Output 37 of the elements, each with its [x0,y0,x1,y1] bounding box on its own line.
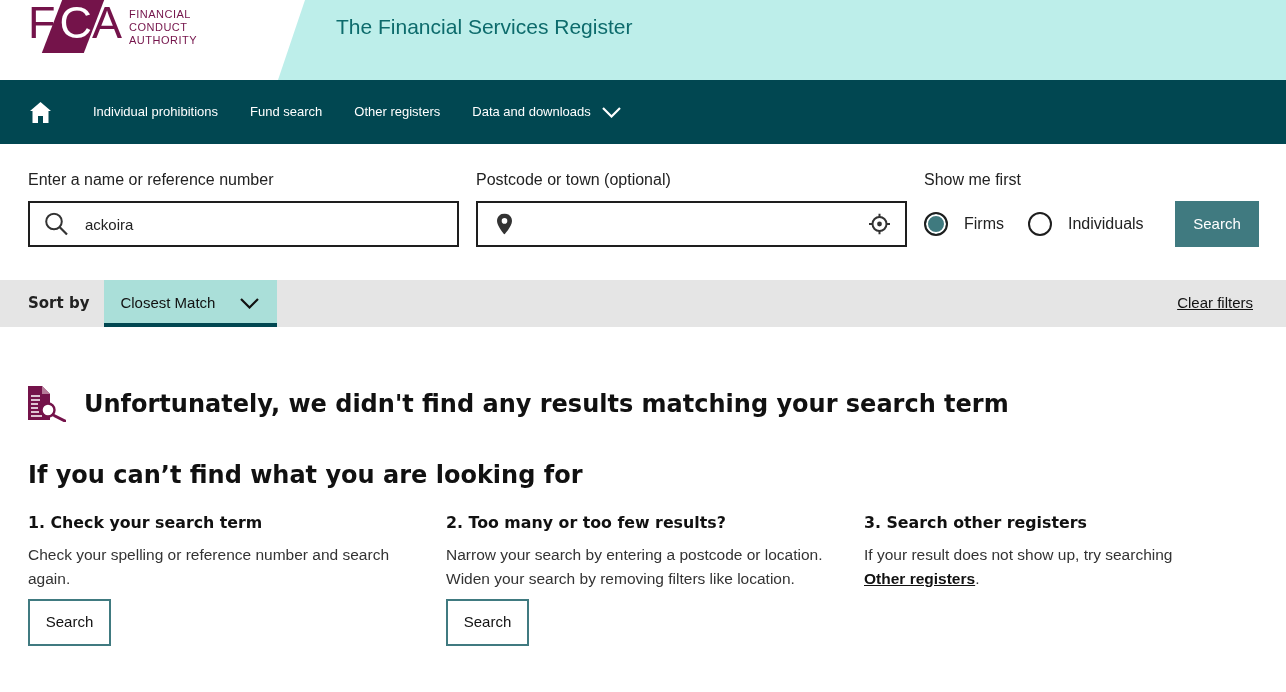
radio-button[interactable] [924,212,948,236]
search-button[interactable]: Search [28,598,111,646]
logo-wordmark: FINANCIAL CONDUCT AUTHORITY [129,8,198,47]
radio-button[interactable] [1028,212,1052,236]
step-heading: 2. Too many or too few results? [446,514,727,533]
sort-dropdown[interactable]: Closest Match [104,280,278,327]
nav-link[interactable]: Other registers [354,102,441,122]
chevron-down-icon [240,297,260,309]
fca-logo[interactable]: FCA [28,0,121,53]
step-heading: 3. Search other registers [864,514,1088,533]
document-search-icon [28,386,66,422]
step-text: If your result does not show up, try searching Other registers. [864,544,1174,589]
clear-filters-link[interactable]: Clear filters [1177,292,1253,315]
help-heading: If you can’t find what you are looking for [28,461,583,490]
sort-label: Sort by [28,293,90,315]
map-pin-icon [497,213,512,235]
site-title: The Financial Services Register [336,14,633,40]
radio-label[interactable]: Individuals [1068,212,1144,236]
field-label: Enter a name or reference number [28,171,275,189]
chevron-down-icon[interactable] [601,106,621,118]
nav-menu[interactable]: Data and downloads [472,102,621,122]
field-label: Show me first [924,171,1022,189]
radio-label[interactable]: Firms [964,212,1004,236]
step-text: Check your spelling or reference number and search again. [28,544,390,589]
no-results-heading: Unfortunately, we didn't find any results matching your search term [84,389,1009,419]
step-heading: 1. Check your search term [28,514,264,533]
location-field[interactable] [476,201,907,247]
nav-link[interactable]: Fund search [250,102,323,122]
step-text: Narrow your search by entering a postcode or location. Widen your search by removing filters like location. [446,544,824,589]
crosshair-icon[interactable] [869,213,890,235]
search-button[interactable]: Search [446,598,529,646]
home-icon[interactable] [30,101,51,123]
search-icon [45,212,68,236]
search-field[interactable]: ackoira [28,201,459,247]
nav-link[interactable]: Individual prohibitions [93,102,219,122]
field-label: Postcode or town (optional) [476,171,672,189]
search-button[interactable]: Search [1175,201,1259,247]
